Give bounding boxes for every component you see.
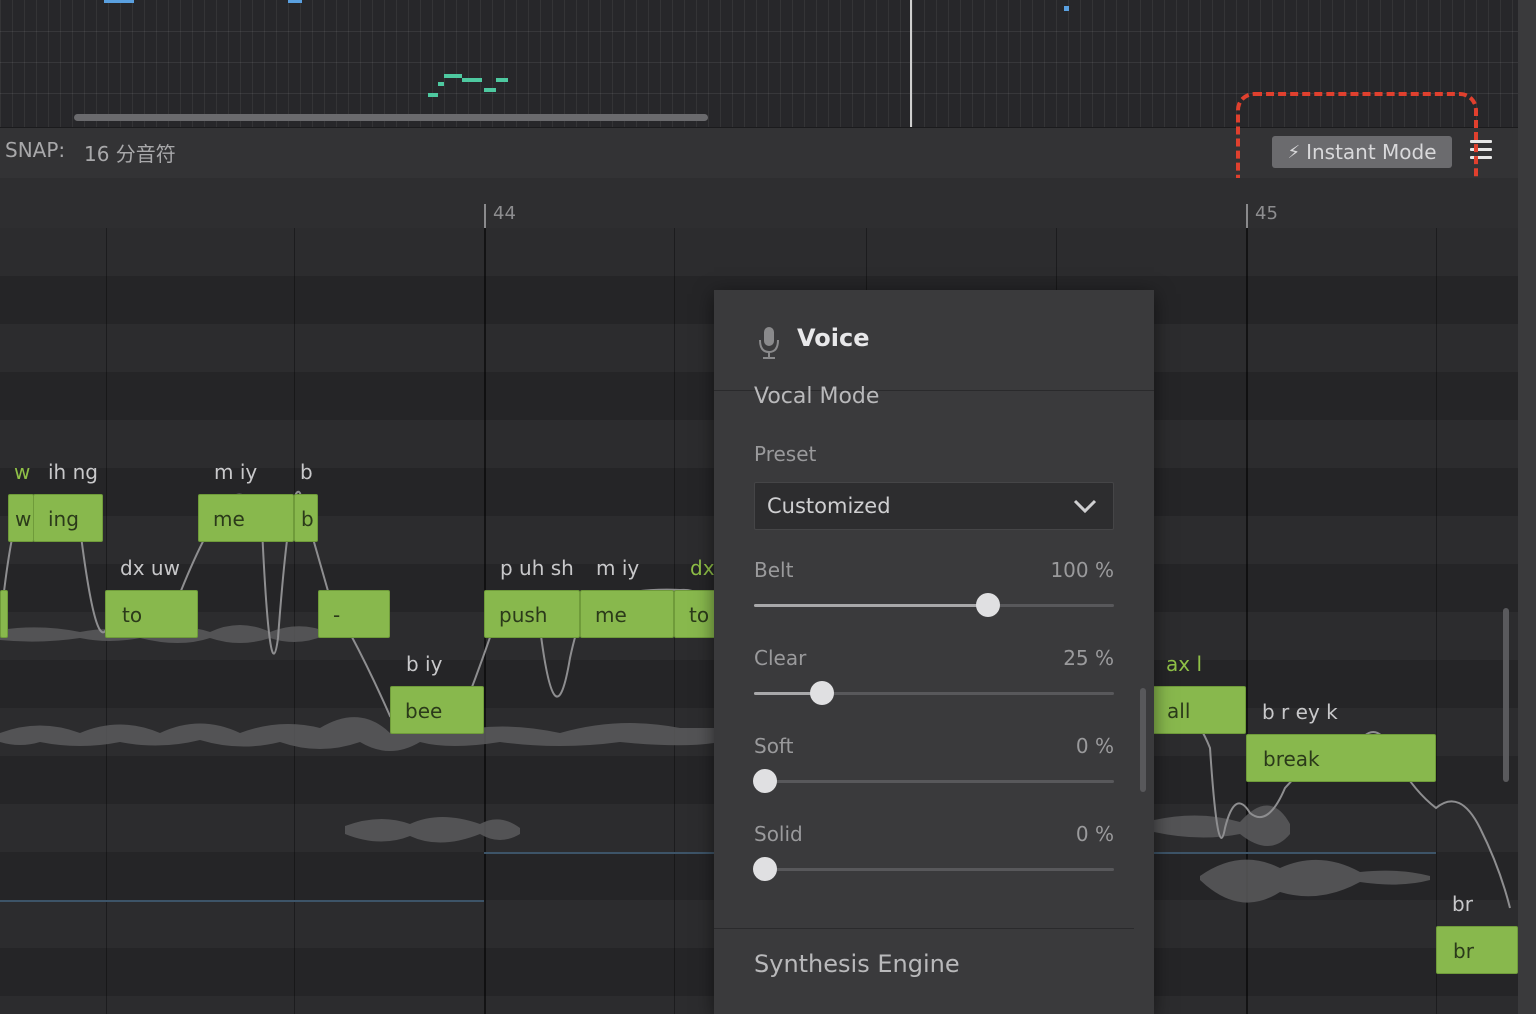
overview-note [438, 82, 444, 86]
belt-slider[interactable] [754, 593, 1114, 617]
phoneme-label[interactable]: m iy [214, 460, 257, 484]
phoneme-label[interactable]: dx uw [120, 556, 180, 580]
bar-marker [1246, 204, 1248, 228]
overview-note [444, 74, 462, 78]
preset-dropdown[interactable]: Customized [754, 482, 1114, 530]
note-block[interactable]: bee [390, 686, 484, 734]
vertical-scrollbar[interactable] [1503, 608, 1509, 782]
phoneme-label[interactable]: b iy [406, 652, 442, 676]
bar-marker [484, 204, 486, 228]
microphone-icon [759, 327, 779, 359]
vocal-mode-section-title: Vocal Mode [754, 384, 880, 409]
note-block[interactable]: - [318, 590, 390, 638]
timeline-ruler[interactable] [0, 178, 1518, 228]
synthesis-engine-section-title[interactable]: Synthesis Engine [754, 950, 960, 978]
clear-label: Clear [754, 646, 807, 670]
note-block[interactable] [0, 590, 8, 638]
note-block[interactable]: b [294, 494, 318, 542]
slider-thumb[interactable] [752, 857, 777, 881]
note-block[interactable]: w [8, 494, 34, 542]
note-block[interactable]: to [674, 590, 718, 638]
note-block[interactable]: br [1436, 926, 1518, 974]
belt-value: 100 % [1050, 558, 1114, 582]
note-block[interactable]: push [484, 590, 580, 638]
chevron-down-icon [1073, 499, 1097, 514]
phoneme-label[interactable]: ih ng [48, 460, 98, 484]
belt-label: Belt [754, 558, 794, 582]
solid-label: Solid [754, 822, 803, 846]
overview-note [484, 88, 496, 92]
note-block[interactable]: to [105, 590, 198, 638]
solid-value: 0 % [1075, 822, 1114, 846]
slider-fill [754, 604, 988, 607]
note-block[interactable]: me [580, 590, 674, 638]
horizontal-scrollbar[interactable] [74, 114, 708, 121]
clear-slider[interactable] [754, 681, 1114, 705]
phoneme-label[interactable]: b r ey k [1262, 700, 1338, 724]
snap-label: SNAP: [5, 138, 66, 162]
phoneme-label[interactable]: ax l [1166, 652, 1202, 676]
bar-number: 44 [493, 203, 516, 224]
clear-value: 25 % [1063, 646, 1114, 670]
note-block[interactable]: all [1150, 686, 1246, 734]
phoneme-label[interactable]: w [14, 460, 30, 484]
slider-thumb[interactable] [810, 681, 835, 705]
phoneme-label[interactable]: p uh sh [500, 556, 574, 580]
overview-note [496, 78, 508, 82]
voice-panel-title: Voice [797, 324, 870, 352]
soft-label: Soft [754, 734, 794, 758]
overview-note [1064, 6, 1069, 11]
preset-label: Preset [754, 442, 817, 466]
note-block[interactable]: me [198, 494, 294, 542]
phoneme-label[interactable]: m iy [596, 556, 639, 580]
overview-note [462, 78, 482, 82]
solid-slider[interactable] [752, 857, 1114, 881]
overview-gridline [0, 62, 1518, 63]
overview-note [288, 0, 302, 3]
phoneme-label[interactable]: b [300, 460, 313, 484]
preset-selected-value: Customized [767, 494, 891, 518]
overview-note [428, 93, 438, 97]
soft-slider[interactable] [752, 769, 1114, 793]
soft-value: 0 % [1075, 734, 1114, 758]
bar-number: 45 [1255, 203, 1278, 224]
panel-scrollbar[interactable] [1140, 688, 1146, 792]
snap-value-selector[interactable]: 16 分音符 [84, 138, 176, 167]
note-block[interactable]: ing [33, 494, 103, 542]
window-edge [1518, 0, 1536, 1014]
overview-note [104, 0, 134, 3]
phoneme-label[interactable]: br [1452, 892, 1473, 916]
playhead[interactable] [910, 0, 912, 127]
section-divider [714, 928, 1134, 929]
overview-gridline [0, 31, 1518, 32]
note-block[interactable]: break [1246, 734, 1436, 782]
voice-panel-header: Voice [714, 290, 1154, 391]
voice-panel: Voice Vocal Mode Preset Customized Belt … [714, 290, 1154, 1014]
slider-thumb[interactable] [976, 593, 1000, 617]
phoneme-label[interactable]: dx [690, 556, 715, 580]
slider-thumb[interactable] [752, 769, 777, 793]
